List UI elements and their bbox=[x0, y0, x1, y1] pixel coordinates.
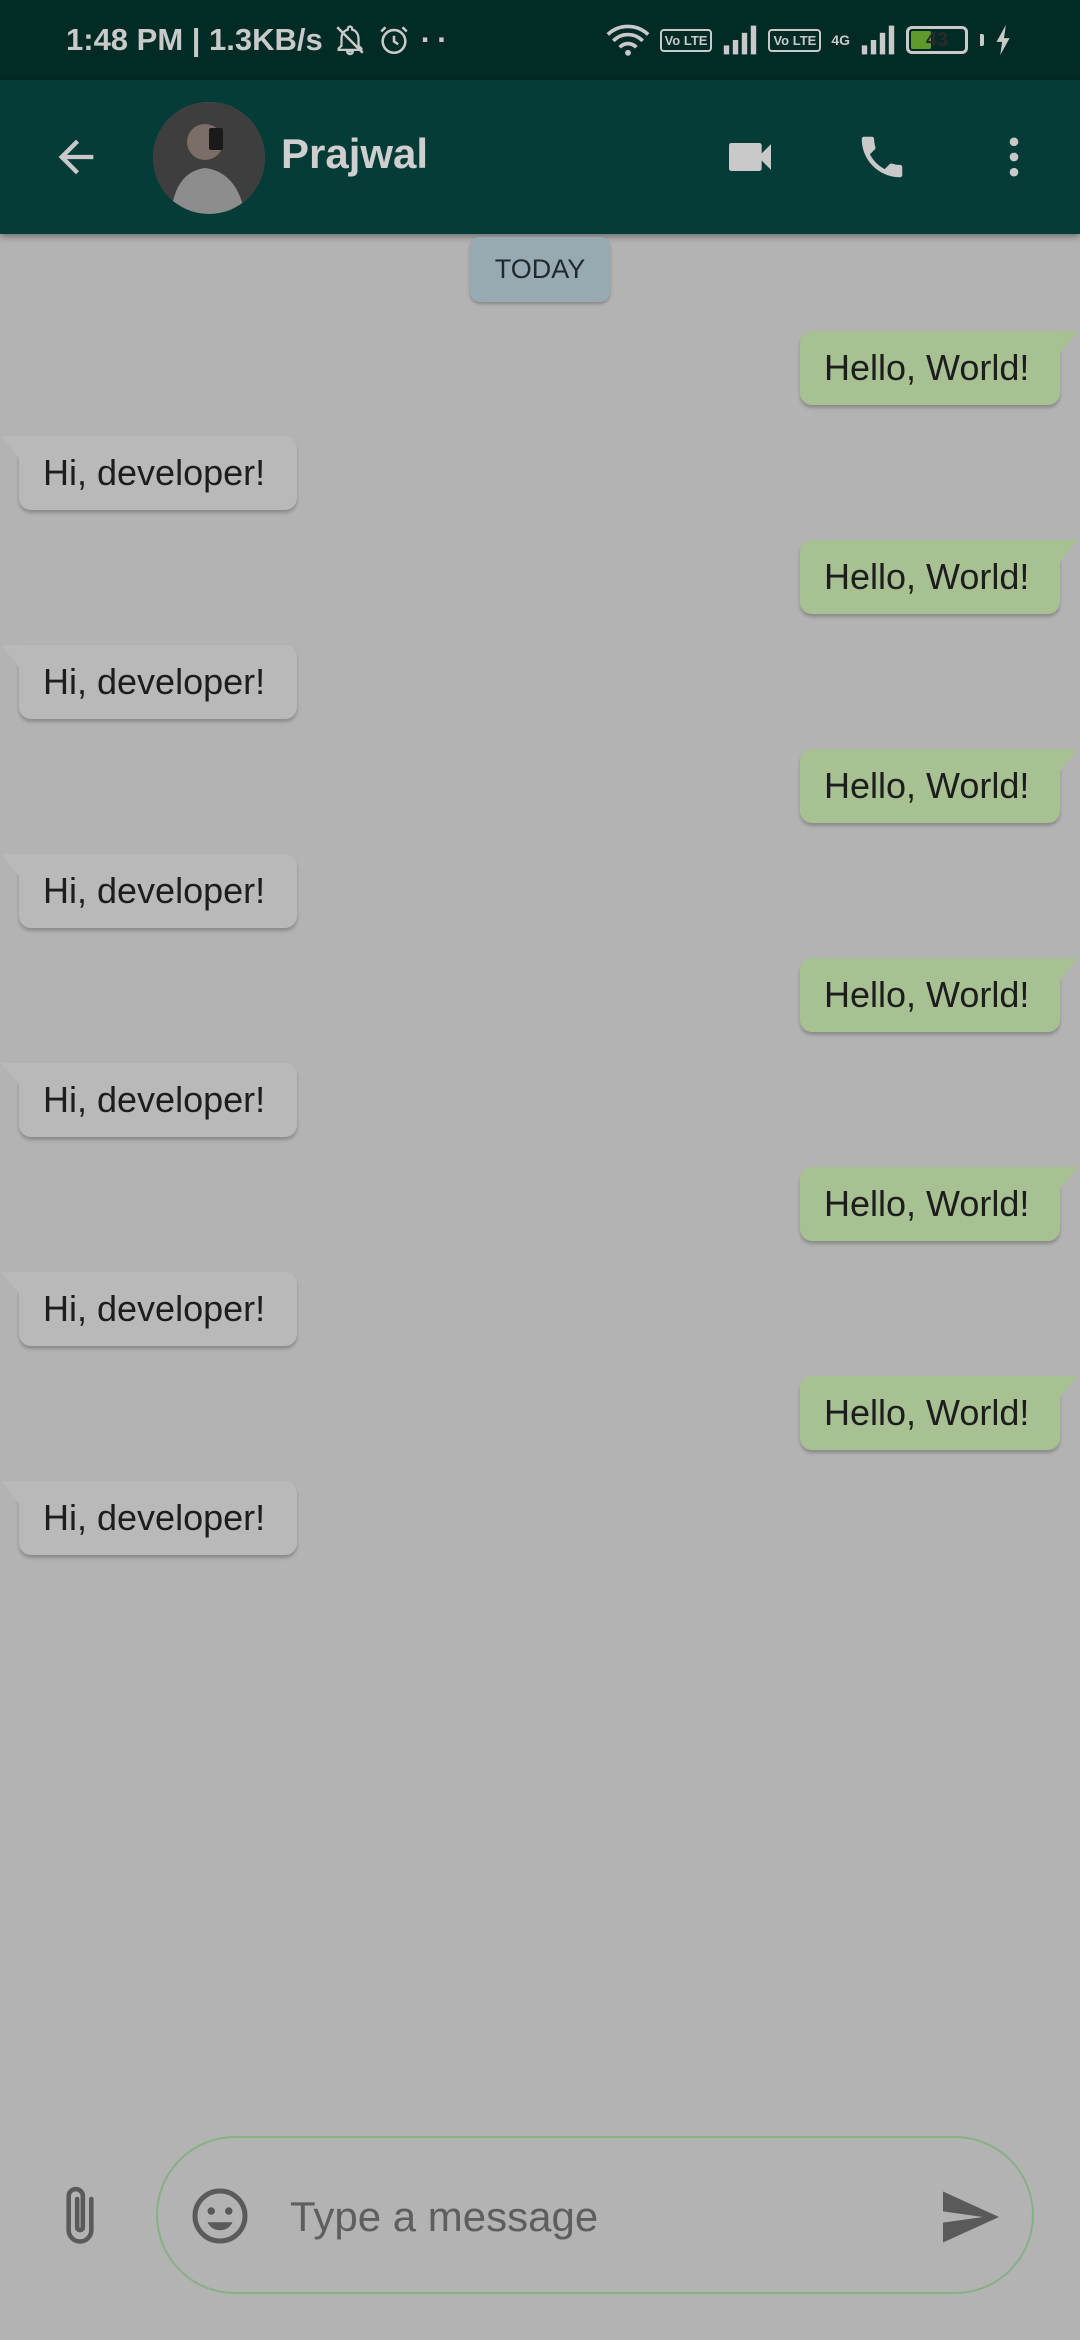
status-time-speed: 1:48 PM | 1.3KB/s bbox=[66, 22, 323, 57]
emoji-button[interactable] bbox=[190, 2186, 250, 2246]
paperclip-icon bbox=[66, 2186, 94, 2244]
status-right: Vo LTE Vo LTE 4G 43 bbox=[606, 23, 1014, 57]
message-bubble-incoming[interactable]: Hi, developer! bbox=[1, 645, 297, 719]
charging-icon bbox=[994, 25, 1014, 55]
status-left: 1:48 PM | 1.3KB/s ·· bbox=[66, 22, 453, 58]
back-arrow-icon bbox=[58, 139, 94, 175]
send-icon bbox=[943, 2191, 999, 2243]
signal-icon bbox=[860, 25, 896, 55]
battery-cap bbox=[980, 34, 984, 46]
message-bubble-outgoing[interactable]: Hello, World! bbox=[800, 1376, 1078, 1450]
volte-badge-1: Vo LTE bbox=[659, 28, 713, 52]
back-button[interactable] bbox=[44, 125, 108, 189]
date-chip: TODAY bbox=[470, 237, 610, 302]
message-bubble-incoming[interactable]: Hi, developer! bbox=[1, 1272, 297, 1346]
wifi-icon bbox=[606, 23, 650, 57]
phone-icon bbox=[861, 136, 903, 178]
volte-badge-2: Vo LTE bbox=[768, 28, 822, 52]
message-bubble-outgoing[interactable]: Hello, World! bbox=[800, 1167, 1078, 1241]
message-input[interactable] bbox=[288, 2178, 852, 2256]
status-bar: 1:48 PM | 1.3KB/s ·· Vo LTE Vo LTE 4G 43 bbox=[0, 0, 1080, 80]
message-bubble-outgoing[interactable]: Hello, World! bbox=[800, 540, 1078, 614]
send-button[interactable] bbox=[938, 2185, 1004, 2249]
emoji-icon bbox=[192, 2188, 248, 2244]
message-bubble-incoming[interactable]: Hi, developer! bbox=[1, 854, 297, 928]
message-bubble-incoming[interactable]: Hi, developer! bbox=[1, 1481, 297, 1555]
contact-name[interactable]: Prajwal bbox=[281, 130, 428, 178]
network-type: 4G bbox=[831, 32, 850, 48]
bell-off-icon bbox=[333, 23, 367, 57]
battery-level: 43 bbox=[925, 28, 949, 51]
chat-header: Prajwal bbox=[0, 80, 1080, 234]
avatar[interactable] bbox=[153, 102, 265, 214]
video-call-button[interactable] bbox=[718, 125, 782, 189]
signal-icon bbox=[722, 25, 758, 55]
voice-call-button[interactable] bbox=[850, 125, 914, 189]
message-bubble-outgoing[interactable]: Hello, World! bbox=[800, 749, 1078, 823]
message-bubble-incoming[interactable]: Hi, developer! bbox=[1, 1063, 297, 1137]
battery-indicator: 43 bbox=[906, 26, 968, 54]
message-bubble-outgoing[interactable]: Hello, World! bbox=[800, 958, 1078, 1032]
message-bubble-incoming[interactable]: Hi, developer! bbox=[1, 436, 297, 510]
more-vert-icon bbox=[1009, 137, 1019, 177]
video-call-icon bbox=[729, 143, 771, 171]
message-composer bbox=[156, 2136, 1034, 2294]
more-options-button[interactable] bbox=[982, 125, 1046, 189]
alarm-icon bbox=[377, 23, 411, 57]
attach-button[interactable] bbox=[48, 2180, 112, 2252]
status-dots: ·· bbox=[420, 22, 454, 57]
message-bubble-outgoing[interactable]: Hello, World! bbox=[800, 331, 1078, 405]
